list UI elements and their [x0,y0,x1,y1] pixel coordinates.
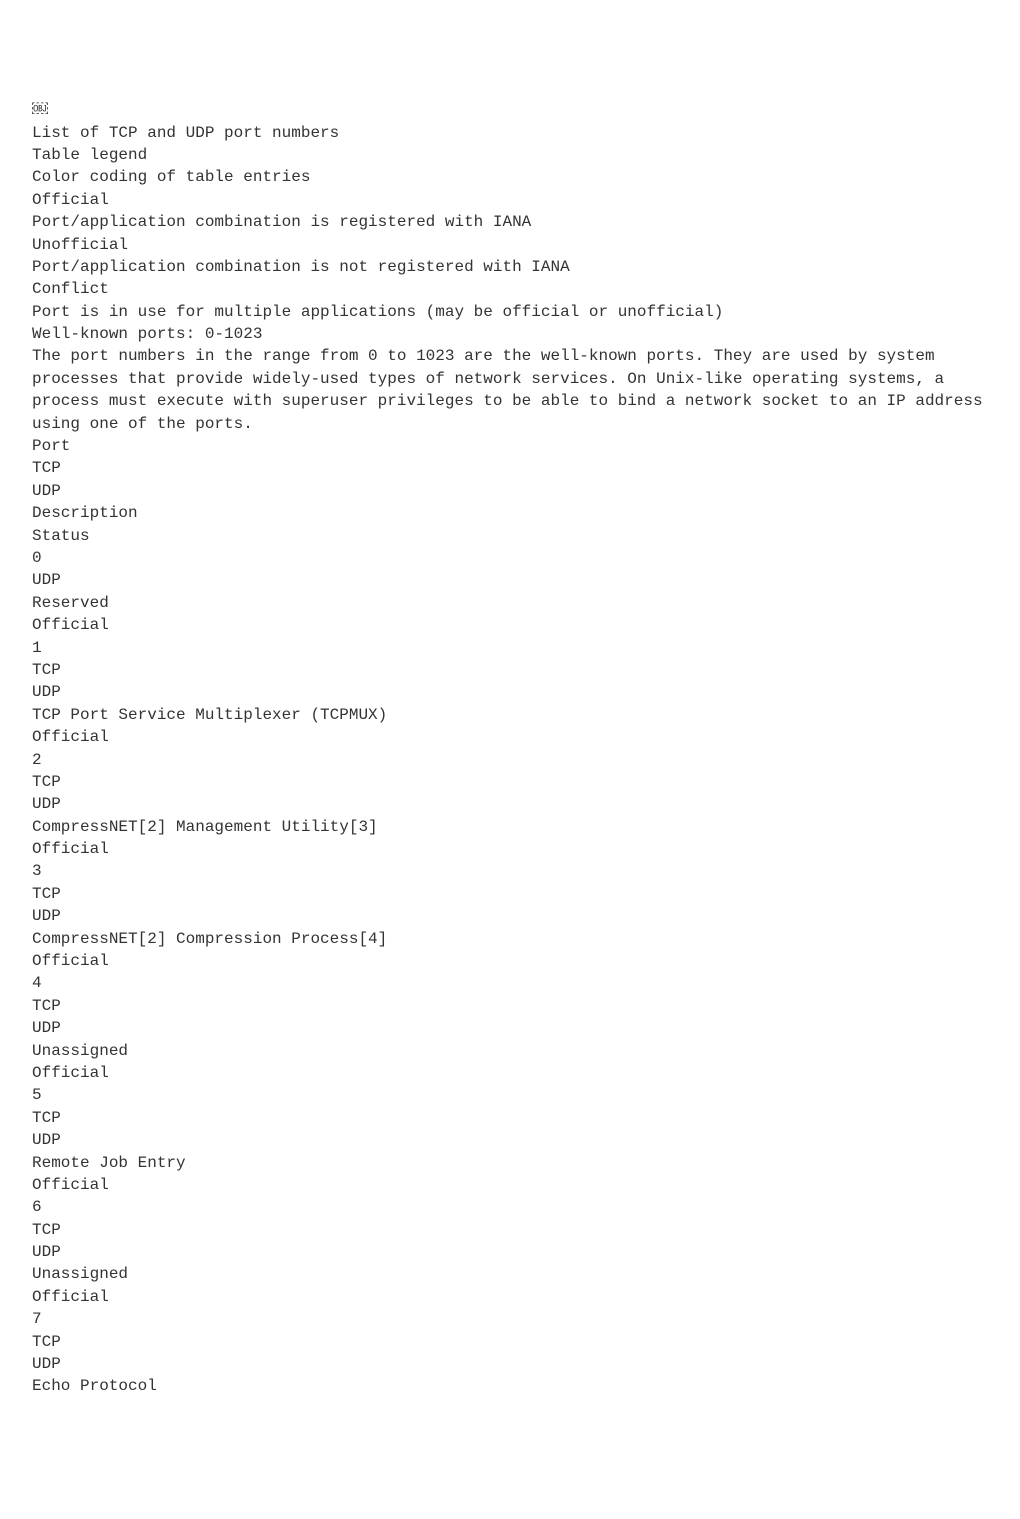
text-line: Echo Protocol [32,1375,988,1397]
text-line: 6 [32,1196,988,1218]
text-line: Well-known ports: 0-1023 [32,323,988,345]
text-line: TCP [32,659,988,681]
text-line: TCP Port Service Multiplexer (TCPMUX) [32,704,988,726]
text-line: ￼ [32,99,988,121]
text-line: UDP [32,905,988,927]
text-line: Port is in use for multiple applications… [32,301,988,323]
text-line: Official [32,1062,988,1084]
text-line: 2 [32,749,988,771]
text-line: TCP [32,1331,988,1353]
text-line: Description [32,502,988,524]
text-line: The port numbers in the range from 0 to … [32,345,988,435]
text-line: 3 [32,860,988,882]
text-line: 1 [32,637,988,659]
text-line: TCP [32,995,988,1017]
document-body: ￼List of TCP and UDP port numbersTable l… [32,99,988,1398]
text-line: UDP [32,793,988,815]
text-line: Official [32,1286,988,1308]
text-line: Unassigned [32,1040,988,1062]
text-line: TCP [32,883,988,905]
text-line: Official [32,189,988,211]
text-line: UDP [32,1241,988,1263]
text-line: Table legend [32,144,988,166]
text-line: Port/application combination is not regi… [32,256,988,278]
text-line: UDP [32,480,988,502]
text-line: 5 [32,1084,988,1106]
text-line: Official [32,614,988,636]
text-line: 7 [32,1308,988,1330]
text-line: Unofficial [32,234,988,256]
text-line: Color coding of table entries [32,166,988,188]
text-line: Official [32,838,988,860]
text-line: TCP [32,1107,988,1129]
text-line: UDP [32,569,988,591]
text-line: Official [32,950,988,972]
text-line: UDP [32,681,988,703]
text-line: CompressNET[2] Management Utility[3] [32,816,988,838]
text-line: UDP [32,1353,988,1375]
text-line: Reserved [32,592,988,614]
text-line: TCP [32,457,988,479]
text-line: Official [32,726,988,748]
text-line: List of TCP and UDP port numbers [32,122,988,144]
text-line: Remote Job Entry [32,1152,988,1174]
text-line: TCP [32,771,988,793]
text-line: 0 [32,547,988,569]
text-line: Conflict [32,278,988,300]
text-line: 4 [32,972,988,994]
text-line: TCP [32,1219,988,1241]
text-line: UDP [32,1017,988,1039]
text-line: Port/application combination is register… [32,211,988,233]
text-line: Unassigned [32,1263,988,1285]
text-line: Port [32,435,988,457]
text-line: UDP [32,1129,988,1151]
text-line: Official [32,1174,988,1196]
text-line: CompressNET[2] Compression Process[4] [32,928,988,950]
text-line: Status [32,525,988,547]
